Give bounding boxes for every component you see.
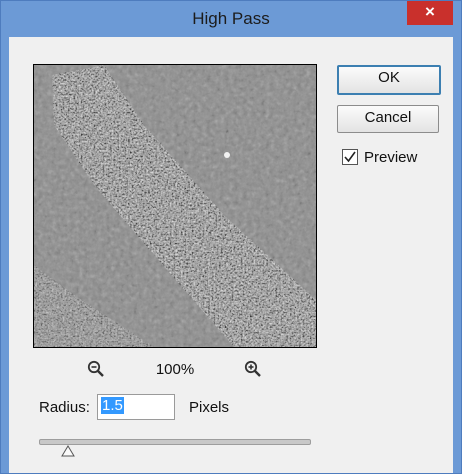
preview-label: Preview (364, 148, 418, 166)
preview-checkbox-row[interactable]: Preview (342, 147, 417, 167)
zoom-in-icon[interactable] (244, 360, 262, 383)
high-pass-texture (34, 65, 316, 347)
ok-button[interactable]: OK (337, 65, 441, 95)
dialog-body: OK Cancel Preview 100% Radius: 1.5 Pixel… (9, 37, 453, 473)
preview-image[interactable] (33, 64, 317, 348)
check-icon (344, 151, 356, 163)
preview-checkbox[interactable] (342, 149, 358, 165)
radius-slider-track[interactable] (39, 439, 311, 445)
pixels-unit-label: Pixels (189, 399, 230, 416)
title-bar[interactable]: High Pass × (1, 1, 461, 37)
zoom-out-icon[interactable] (87, 360, 105, 383)
dialog-title: High Pass (192, 9, 270, 28)
zoom-level: 100% (155, 361, 195, 378)
triangle-thumb-icon[interactable] (61, 444, 75, 462)
close-icon: × (425, 2, 435, 21)
radius-label: Radius: (39, 399, 90, 416)
cancel-button[interactable]: Cancel (337, 105, 439, 133)
radius-value: 1.5 (101, 397, 124, 414)
close-button[interactable]: × (407, 1, 453, 25)
radius-input[interactable]: 1.5 (97, 394, 175, 420)
high-pass-dialog: High Pass × OK Cancel Preview 100% Radiu… (0, 0, 462, 474)
